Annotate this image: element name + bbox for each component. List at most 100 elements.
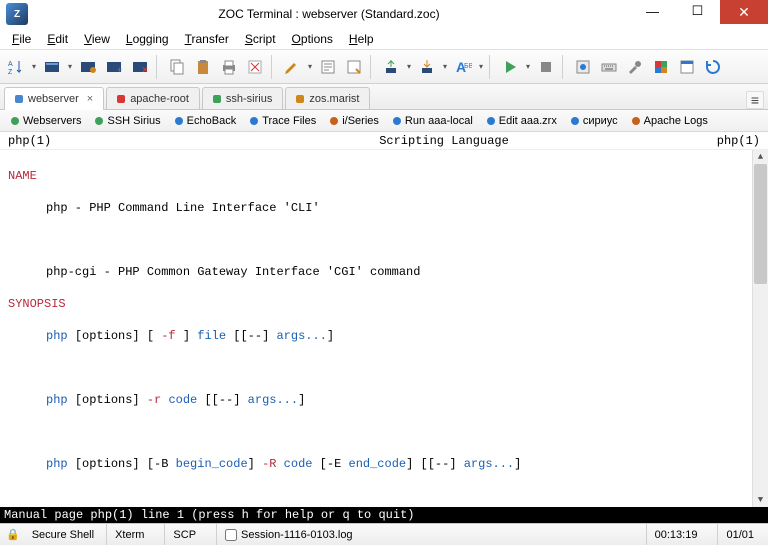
toolbar: AZ ▾ ▾ + × ▾ ▾ ▾ AБВ ▾ ▾ bbox=[0, 50, 768, 84]
tab-close-icon[interactable]: × bbox=[87, 93, 93, 105]
window-titlebar: Z ZOC Terminal : webserver (Standard.zoc… bbox=[0, 0, 768, 28]
menu-view[interactable]: View bbox=[76, 30, 118, 48]
log-filename: Session-1116-0103.log bbox=[241, 529, 353, 541]
dropdown-icon[interactable]: ▾ bbox=[524, 62, 532, 71]
man-text: php-cgi - PHP Common Gateway Interface '… bbox=[8, 264, 760, 280]
close-button[interactable]: ✕ bbox=[720, 0, 768, 24]
tab-color-icon bbox=[117, 95, 125, 103]
tab-label: apache-root bbox=[130, 93, 189, 105]
tab-list-button[interactable]: ≡ bbox=[746, 91, 764, 109]
host-directory-icon[interactable] bbox=[76, 55, 100, 79]
menu-transfer[interactable]: Transfer bbox=[177, 30, 237, 48]
dropdown-icon[interactable]: ▾ bbox=[441, 62, 449, 71]
tab-webserver[interactable]: webserver × bbox=[4, 87, 104, 110]
blank-line bbox=[8, 424, 760, 440]
bullet-icon bbox=[175, 117, 183, 125]
options-icon[interactable] bbox=[571, 55, 595, 79]
colors-icon[interactable] bbox=[649, 55, 673, 79]
quick-label: EchoBack bbox=[187, 115, 237, 127]
quick-label: SSH Sirius bbox=[107, 115, 160, 127]
bullet-icon bbox=[95, 117, 103, 125]
download-icon[interactable] bbox=[415, 55, 439, 79]
dropdown-icon[interactable]: ▾ bbox=[66, 62, 74, 71]
disconnect-icon[interactable]: × bbox=[128, 55, 152, 79]
bullet-icon bbox=[487, 117, 495, 125]
stop-icon[interactable] bbox=[534, 55, 558, 79]
status-shell: Secure Shell bbox=[32, 529, 94, 541]
quick-echoback[interactable]: EchoBack bbox=[170, 114, 242, 128]
print-icon[interactable] bbox=[217, 55, 241, 79]
capture-icon[interactable] bbox=[342, 55, 366, 79]
menu-options[interactable]: Options bbox=[284, 30, 341, 48]
menu-logging[interactable]: Logging bbox=[118, 30, 177, 48]
terminal-output[interactable]: NAME php - PHP Command Line Interface 'C… bbox=[0, 150, 768, 507]
tab-color-icon bbox=[15, 95, 23, 103]
status-log[interactable]: Session-1116-0103.log bbox=[216, 524, 361, 545]
quick-run-aaa-local[interactable]: Run aaa-local bbox=[388, 114, 478, 128]
status-term: Xterm bbox=[106, 524, 152, 545]
keyboard-icon[interactable] bbox=[597, 55, 621, 79]
quick-sirius-cyr[interactable]: сириус bbox=[566, 114, 623, 128]
upload-icon[interactable] bbox=[379, 55, 403, 79]
bullet-icon bbox=[393, 117, 401, 125]
svg-text:×: × bbox=[142, 65, 148, 76]
blank-line bbox=[8, 232, 760, 248]
tab-bar: webserver × apache-root ssh-sirius zos.m… bbox=[0, 84, 768, 110]
quick-edit-aaa-zrx[interactable]: Edit aaa.zrx bbox=[482, 114, 562, 128]
tab-label: ssh-sirius bbox=[226, 93, 272, 105]
folder-icon bbox=[632, 117, 640, 125]
copy-icon[interactable] bbox=[165, 55, 189, 79]
tab-zos-marist[interactable]: zos.marist bbox=[285, 87, 370, 109]
quick-label: Run aaa-local bbox=[405, 115, 473, 127]
clear-icon[interactable] bbox=[243, 55, 267, 79]
window-icon[interactable] bbox=[675, 55, 699, 79]
text-tool-icon[interactable]: AБВ bbox=[451, 55, 475, 79]
svg-text:БВ: БВ bbox=[464, 63, 472, 70]
reset-icon[interactable] bbox=[701, 55, 725, 79]
terminal-header: php(1) Scripting Language php(1) bbox=[0, 132, 768, 150]
scroll-down-icon[interactable]: ▼ bbox=[753, 493, 768, 507]
scroll-up-icon[interactable]: ▲ bbox=[753, 150, 768, 164]
settings-icon[interactable] bbox=[623, 55, 647, 79]
blank-line bbox=[8, 488, 760, 504]
tab-apache-root[interactable]: apache-root bbox=[106, 87, 200, 109]
dropdown-icon[interactable]: ▾ bbox=[477, 62, 485, 71]
quick-label: i/Series bbox=[342, 115, 379, 127]
quick-ssh-sirius[interactable]: SSH Sirius bbox=[90, 114, 165, 128]
dropdown-icon[interactable]: ▾ bbox=[306, 62, 314, 71]
quickbar: Webservers SSH Sirius EchoBack Trace Fil… bbox=[0, 110, 768, 132]
maximize-button[interactable]: ☐ bbox=[675, 0, 720, 22]
status-bar: 🔒 Secure Shell Xterm SCP Session-1116-01… bbox=[0, 523, 768, 545]
quick-apache-logs[interactable]: Apache Logs bbox=[627, 114, 713, 128]
menu-file[interactable]: File bbox=[4, 30, 39, 48]
quick-iseries[interactable]: i/Series bbox=[325, 114, 384, 128]
dropdown-icon[interactable]: ▾ bbox=[30, 62, 38, 71]
status-position: 01/01 bbox=[717, 524, 762, 545]
bullet-icon bbox=[11, 117, 19, 125]
quick-trace-files[interactable]: Trace Files bbox=[245, 114, 321, 128]
run-icon[interactable] bbox=[498, 55, 522, 79]
tab-ssh-sirius[interactable]: ssh-sirius bbox=[202, 87, 283, 109]
svg-text:A: A bbox=[8, 61, 13, 68]
note-icon[interactable] bbox=[316, 55, 340, 79]
log-checkbox[interactable] bbox=[225, 529, 237, 541]
quick-label: Apache Logs bbox=[644, 115, 708, 127]
sort-az-icon[interactable]: AZ bbox=[4, 55, 28, 79]
quick-label: Webservers bbox=[23, 115, 81, 127]
menu-script[interactable]: Script bbox=[237, 30, 284, 48]
paste-icon[interactable] bbox=[191, 55, 215, 79]
window-title: ZOC Terminal : webserver (Standard.zoc) bbox=[28, 7, 630, 21]
folder-icon bbox=[330, 117, 338, 125]
minimize-button[interactable]: — bbox=[630, 0, 675, 22]
svg-text:+: + bbox=[117, 65, 122, 75]
dropdown-icon[interactable]: ▾ bbox=[405, 62, 413, 71]
edit-icon[interactable] bbox=[280, 55, 304, 79]
menu-edit[interactable]: Edit bbox=[39, 30, 76, 48]
vertical-scrollbar[interactable]: ▲ ▼ bbox=[752, 150, 768, 507]
man-text: php - PHP Command Line Interface 'CLI' bbox=[8, 200, 760, 216]
reconnect-icon[interactable]: + bbox=[102, 55, 126, 79]
quick-webservers[interactable]: Webservers bbox=[6, 114, 86, 128]
new-session-icon[interactable] bbox=[40, 55, 64, 79]
scroll-thumb[interactable] bbox=[754, 164, 767, 284]
menu-help[interactable]: Help bbox=[341, 30, 382, 48]
